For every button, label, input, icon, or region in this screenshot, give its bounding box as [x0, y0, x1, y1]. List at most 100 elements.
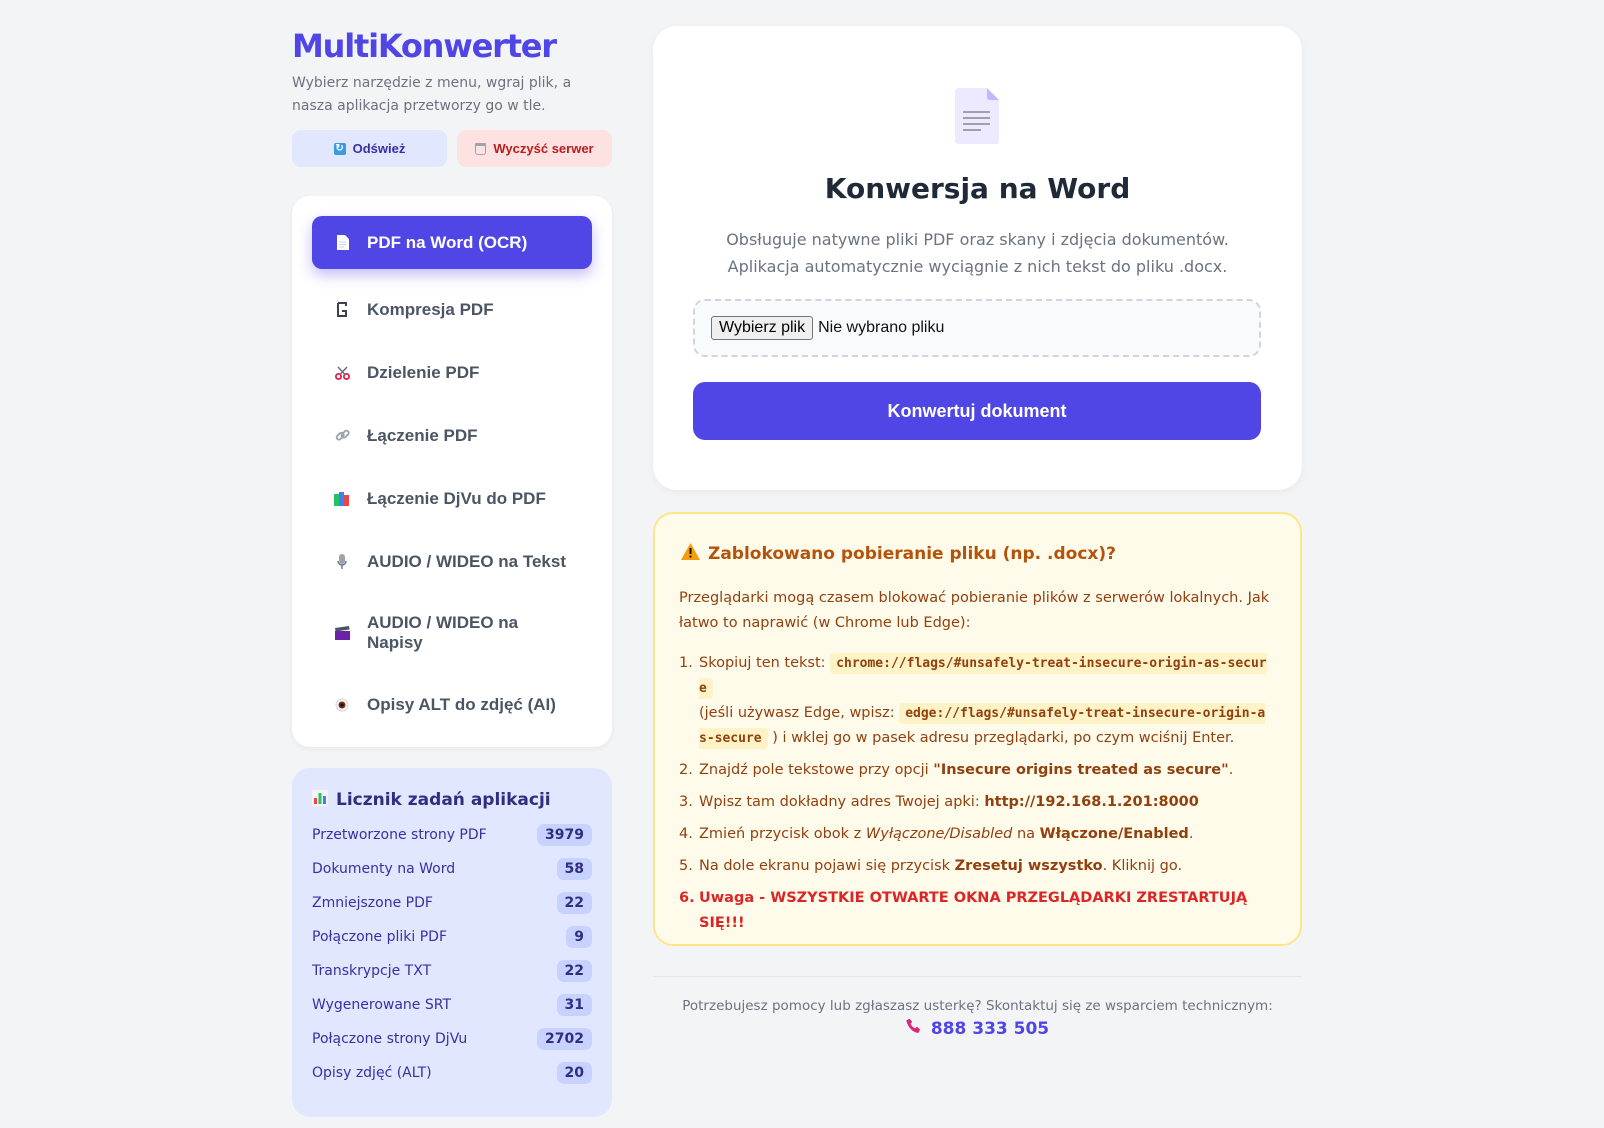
step-emphasis: Wyłączone/Disabled: [865, 826, 1013, 842]
stats-label: Połączone strony DjVu: [312, 1031, 468, 1047]
stats-row: Zmniejszone PDF 22: [312, 886, 592, 920]
step-text: .: [1228, 762, 1234, 778]
menu-item-audio-video-to-subtitles[interactable]: AUDIO / WIDEO na Napisy: [312, 593, 592, 673]
phone-icon: [906, 1018, 923, 1040]
warning-title: Zablokowano pobieranie pliku (np. .docx)…: [681, 543, 1116, 565]
stats-row: Transkrypcje TXT 22: [312, 954, 592, 988]
refresh-button[interactable]: ↻ Odśwież: [292, 130, 447, 167]
support-phone[interactable]: 888 333 505: [653, 1018, 1302, 1040]
scissors-icon: [334, 365, 350, 381]
stats-title: Licznik zadań aplikacji: [312, 786, 592, 814]
menu-item-merge-pdf[interactable]: Łączenie PDF: [312, 404, 592, 467]
menu-item-pdf-to-word[interactable]: PDF na Word (OCR): [312, 216, 592, 269]
choose-file-button[interactable]: Wybierz plik: [711, 316, 814, 340]
eye-icon: [334, 697, 350, 713]
page-description: Obsługuje natywne pliki PDF oraz skany i…: [726, 230, 1229, 276]
warning-steps: 1. Skopiuj ten tekst: chrome://flags/#un…: [679, 651, 1270, 936]
stats-row: Opisy zdjęć (ALT) 20: [312, 1056, 592, 1090]
link-icon: [334, 428, 350, 444]
refresh-icon: ↻: [333, 142, 346, 155]
step-text: Skopiuj ten tekst:: [699, 655, 826, 671]
app-address: http://192.168.1.201:8000: [984, 794, 1199, 810]
step-text: Znajdź pole tekstowe przy opcji: [699, 762, 929, 778]
step-text: .: [1188, 826, 1194, 842]
microphone-icon: [334, 553, 350, 570]
clapperboard-icon: [334, 625, 350, 641]
warning-icon: [681, 543, 700, 565]
step-emphasis: Włączone/Enabled: [1039, 826, 1189, 842]
action-buttons: ↻ Odśwież Wyczyść serwer: [292, 130, 612, 167]
step-text: Wpisz tam dokładny adres Twojej apki:: [699, 794, 980, 810]
file-drop-zone[interactable]: Wybierz plik Nie wybrano pliku: [693, 299, 1261, 357]
step-text: . Kliknij go.: [1102, 858, 1183, 874]
stats-count-badge: 58: [556, 858, 592, 880]
menu-item-label: Dzielenie PDF: [367, 362, 480, 382]
menu-item-label: AUDIO / WIDEO na Tekst: [367, 551, 566, 571]
step-1: 1. Skopiuj ten tekst: chrome://flags/#un…: [679, 651, 1270, 751]
stats-count-badge: 3979: [537, 824, 592, 846]
menu-item-label: AUDIO / WIDEO na Napisy: [367, 613, 519, 652]
stats-panel: Licznik zadań aplikacji Przetworzone str…: [292, 768, 612, 1117]
menu-item-label: Łączenie PDF: [367, 425, 478, 445]
convert-button[interactable]: Konwertuj dokument: [693, 382, 1261, 440]
step-text: ) i wklej go w pasek adresu przeglądarki…: [772, 730, 1235, 746]
menu-item-alt-descriptions[interactable]: Opisy ALT do zdjęć (AI): [312, 673, 592, 736]
step-3: 3. Wpisz tam dokładny adres Twojej apki:…: [679, 794, 1199, 810]
step-number: 6.: [679, 890, 695, 906]
sidebar: MultiKonwerter Wybierz narzędzie z menu,…: [292, 24, 612, 1117]
step-emphasis: Zresetuj wszystko: [954, 858, 1103, 874]
stats-title-text: Licznik zadań aplikacji: [336, 790, 551, 810]
step-text: (jeśli używasz Edge, wpisz:: [699, 705, 895, 721]
clear-server-label: Wyczyść serwer: [493, 141, 594, 156]
stats-label: Połączone pliki PDF: [312, 929, 448, 945]
refresh-label: Odśwież: [352, 141, 406, 156]
converter-card: Konwersja na Word Obsługuje natywne plik…: [653, 26, 1302, 490]
phone-number[interactable]: 888 333 505: [931, 1019, 1049, 1039]
stats-row: Przetworzone strony PDF 3979: [312, 818, 592, 852]
document-icon: [334, 235, 350, 251]
step-5: 5. Na dole ekranu pojawi się przycisk Zr…: [679, 858, 1183, 874]
menu-item-label: Łączenie DjVu do PDF: [367, 488, 546, 508]
page-title: Konwersja na Word: [824, 172, 1131, 205]
stats-count-badge: 9: [566, 926, 592, 948]
step-2: 2. Znajdź pole tekstowe przy opcji "Inse…: [679, 762, 1234, 778]
menu-item-label: Opisy ALT do zdjęć (AI): [367, 694, 556, 714]
warning-title-text: Zablokowano pobieranie pliku (np. .docx)…: [708, 544, 1117, 564]
stats-count-badge: 31: [556, 994, 592, 1016]
footer-divider: [653, 976, 1302, 977]
menu-item-compress-pdf[interactable]: Kompresja PDF: [312, 278, 592, 341]
menu-item-split-pdf[interactable]: Dzielenie PDF: [312, 341, 592, 404]
document-icon: [955, 88, 999, 144]
stats-count-badge: 20: [556, 1062, 592, 1084]
stats-row: Połączone pliki PDF 9: [312, 920, 592, 954]
menu-item-audio-video-to-text[interactable]: AUDIO / WIDEO na Tekst: [312, 530, 592, 593]
step-6-warning: 6. Uwaga - WSZYSTKIE OTWARTE OKNA PRZEGL…: [679, 886, 1270, 936]
step-text: Zmień przycisk obok z: [699, 826, 862, 842]
bar-chart-icon: [312, 789, 328, 811]
stats-row: Dokumenty na Word 58: [312, 852, 592, 886]
tool-menu: PDF na Word (OCR) Kompresja PDF Dzieleni…: [292, 196, 612, 747]
step-text: Na dole ekranu pojawi się przycisk: [699, 858, 951, 874]
stats-count-badge: 22: [556, 960, 592, 982]
clamp-icon: [334, 302, 350, 318]
stats-label: Wygenerowane SRT: [312, 997, 451, 1013]
stats-label: Przetworzone strony PDF: [312, 827, 487, 843]
download-warning-panel: Zablokowano pobieranie pliku (np. .docx)…: [653, 512, 1302, 946]
trash-icon: [475, 142, 487, 155]
menu-item-label: Kompresja PDF: [367, 299, 494, 319]
step-4: 4. Zmień przycisk obok z Wyłączone/Disab…: [679, 826, 1194, 842]
clear-server-button[interactable]: Wyczyść serwer: [457, 130, 612, 167]
app-subtitle: Wybierz narzędzie z menu, wgraj plik, a …: [292, 75, 572, 114]
books-icon: [334, 491, 350, 507]
menu-item-label: PDF na Word (OCR): [367, 232, 528, 252]
stats-list: Przetworzone strony PDF 3979 Dokumenty na…: [312, 818, 592, 1090]
step-text: na: [1016, 826, 1036, 842]
stats-count-badge: 2702: [537, 1028, 592, 1050]
stats-label: Dokumenty na Word: [312, 861, 456, 877]
stats-label: Zmniejszone PDF: [312, 895, 433, 911]
support-text: Potrzebujesz pomocy lub zgłaszasz usterk…: [682, 998, 1273, 1014]
stats-label: Opisy zdjęć (ALT): [312, 1065, 432, 1081]
restart-warning: Uwaga - WSZYSTKIE OTWARTE OKNA PRZEGLĄDA…: [699, 890, 1248, 931]
menu-item-djvu-to-pdf[interactable]: Łączenie DjVu do PDF: [312, 467, 592, 530]
stats-label: Transkrypcje TXT: [312, 963, 432, 979]
